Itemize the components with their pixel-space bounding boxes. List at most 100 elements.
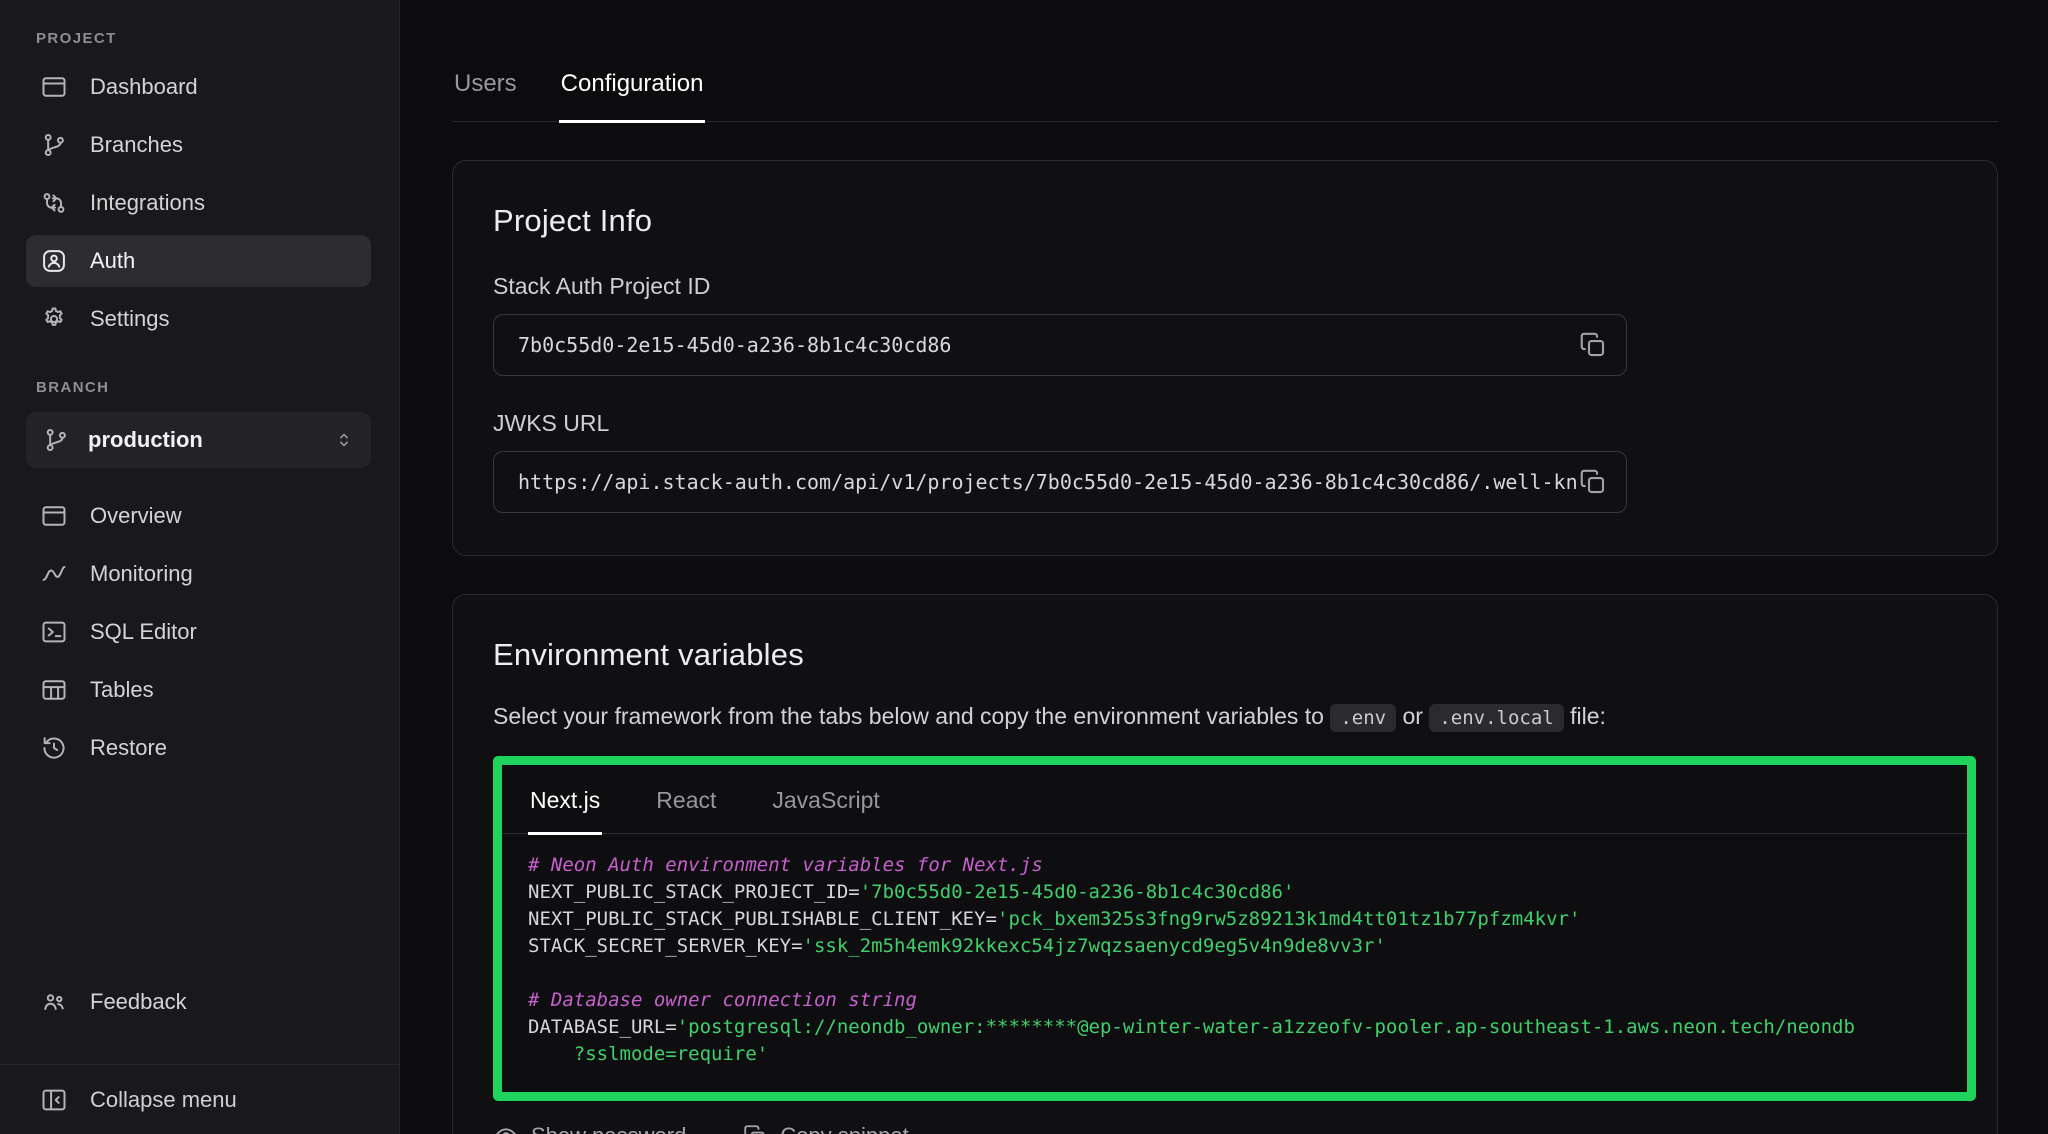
sidebar-item-label: Dashboard [90,74,198,100]
code-line: NEXT_PUBLIC_STACK_PUBLISHABLE_CLIENT_KEY… [528,906,1941,933]
env-description: Select your framework from the tabs belo… [493,703,1957,730]
sidebar-footer-nav: Feedback [0,946,399,1064]
sidebar-item-label: Integrations [90,190,205,216]
code-line: NEXT_PUBLIC_STACK_PROJECT_ID='7b0c55d0-2… [528,879,1941,906]
code-token-plain: NEXT_PUBLIC_STACK_PROJECT_ID= [528,881,860,903]
dashboard-icon [40,73,68,101]
branches-icon [40,131,68,159]
framework-tab-react[interactable]: React [654,765,718,835]
sidebar-item-label: Branches [90,132,183,158]
sidebar-item-tables[interactable]: Tables [26,664,371,716]
project-info-title: Project Info [493,203,1957,239]
tab-configuration[interactable]: Configuration [559,56,706,123]
sidebar-item-label: Overview [90,503,182,529]
branch-selector[interactable]: production [26,412,371,468]
eye-icon [493,1123,519,1134]
sidebar-section-branch-label: BRANCH [36,379,371,396]
stack-auth-project-id-value: 7b0c55d0-2e15-45d0-a236-8b1c4c30cd86 [518,333,1578,357]
framework-tab-nextjs[interactable]: Next.js [528,765,602,835]
collapse-menu-label: Collapse menu [90,1087,237,1113]
tables-icon [40,676,68,704]
code-token-string: 'postgresql://neondb_owner:********@ep-w… [677,1016,1855,1038]
stack-auth-project-id-label: Stack Auth Project ID [493,273,1957,300]
jwks-url-value: https://api.stack-auth.com/api/v1/projec… [518,470,1578,494]
copy-project-id-button[interactable] [1578,330,1608,360]
sidebar-item-feedback[interactable]: Feedback [26,976,371,1028]
env-description-text: Select your framework from the tabs belo… [493,703,1330,729]
sidebar-item-sql-editor[interactable]: SQL Editor [26,606,371,658]
collapse-menu-button[interactable]: Collapse menu [0,1064,399,1134]
sidebar-item-branches[interactable]: Branches [26,119,371,171]
code-token-string: 'pck_bxem325s3fng9rw5z89213k1md4tt01tz1b… [997,908,1580,930]
sidebar-item-integrations[interactable]: Integrations [26,177,371,229]
sidebar-item-label: Auth [90,248,135,274]
env-local-file-chip: .env.local [1429,704,1563,732]
env-description-text: or [1396,703,1429,729]
code-token-plain: DATABASE_URL= [528,1016,677,1038]
monitoring-icon [40,560,68,588]
show-password-button[interactable]: Show password [493,1123,686,1134]
code-token-string: 'ssk_2m5h4emk92kkexc54jz7wqzsaenycd9eg5v… [803,935,1386,957]
code-line: ?sslmode=require' [528,1041,1941,1068]
code-token-comment: # Neon Auth environment variables for Ne… [528,854,1043,876]
auth-icon [40,247,68,275]
sidebar-footer: Feedback Collapse menu [0,946,399,1134]
code-token-string: ?sslmode=require' [528,1043,768,1065]
sidebar-item-overview[interactable]: Overview [26,490,371,542]
branch-icon [42,426,70,454]
code-token-string: '7b0c55d0-2e15-45d0-a236-8b1c4c30cd86' [860,881,1295,903]
code-line: DATABASE_URL='postgresql://neondb_owner:… [528,1014,1941,1041]
overview-icon [40,502,68,530]
stack-auth-project-id-field: 7b0c55d0-2e15-45d0-a236-8b1c4c30cd86 [493,314,1627,376]
copy-icon [1578,330,1608,360]
code-line [528,960,1941,987]
sidebar-item-label: Restore [90,735,167,761]
env-file-chip: .env [1330,704,1396,732]
sidebar-item-label: Settings [90,306,170,332]
jwks-url-label: JWKS URL [493,410,1957,437]
sidebar-item-label: Feedback [90,989,187,1015]
sidebar-item-label: Monitoring [90,561,193,587]
sidebar-item-label: SQL Editor [90,619,197,645]
sidebar-item-monitoring[interactable]: Monitoring [26,548,371,600]
code-line: # Neon Auth environment variables for Ne… [528,852,1941,879]
integrations-icon [40,189,68,217]
jwks-url-field: https://api.stack-auth.com/api/v1/projec… [493,451,1627,513]
annotation-highlight-box: Next.js React JavaScript # Neon Auth envir… [493,756,1976,1101]
framework-tab-javascript[interactable]: JavaScript [770,765,881,835]
environment-variables-title: Environment variables [493,637,1957,673]
env-actions: Show password Copy snippet [493,1123,1957,1134]
restore-icon [40,734,68,762]
tab-users[interactable]: Users [452,56,519,123]
project-info-card: Project Info Stack Auth Project ID 7b0c5… [452,160,1998,556]
framework-tabs: Next.js React JavaScript [502,765,1967,834]
sidebar-section-project-label: PROJECT [36,30,371,47]
branch-selector-value: production [88,427,203,453]
copy-icon [1578,467,1608,497]
sidebar-item-restore[interactable]: Restore [26,722,371,774]
sidebar-project-nav: Dashboard Branches Integrations Auth Setting… [26,61,371,345]
copy-jwks-url-button[interactable] [1578,467,1608,497]
collapse-menu-icon [40,1086,68,1114]
code-token-comment: # Database owner connection string [528,989,917,1011]
page-tabs: Users Configuration [452,56,1998,122]
code-token-plain: STACK_SECRET_SERVER_KEY= [528,935,803,957]
copy-icon [742,1123,768,1134]
settings-icon [40,305,68,333]
sidebar: PROJECT Dashboard Branches Integrations Aut… [0,0,400,1134]
sidebar-item-auth[interactable]: Auth [26,235,371,287]
copy-snippet-label: Copy snippet [780,1123,908,1134]
sidebar-nav: PROJECT Dashboard Branches Integrations Aut… [0,0,399,774]
copy-snippet-button[interactable]: Copy snippet [742,1123,908,1134]
show-password-label: Show password [531,1123,686,1134]
env-code-block: # Neon Auth environment variables for Ne… [502,834,1967,1092]
main-content: Users Configuration Project Info Stack Au… [400,0,2048,1134]
sidebar-item-dashboard[interactable]: Dashboard [26,61,371,113]
sidebar-item-label: Tables [90,677,154,703]
code-line: # Database owner connection string [528,987,1941,1014]
sidebar-branch-nav: Overview Monitoring SQL Editor Tables Restor… [26,490,371,774]
env-description-text: file: [1564,703,1606,729]
chevrons-up-down-icon [333,429,355,451]
code-line: STACK_SECRET_SERVER_KEY='ssk_2m5h4emk92k… [528,933,1941,960]
sidebar-item-settings[interactable]: Settings [26,293,371,345]
